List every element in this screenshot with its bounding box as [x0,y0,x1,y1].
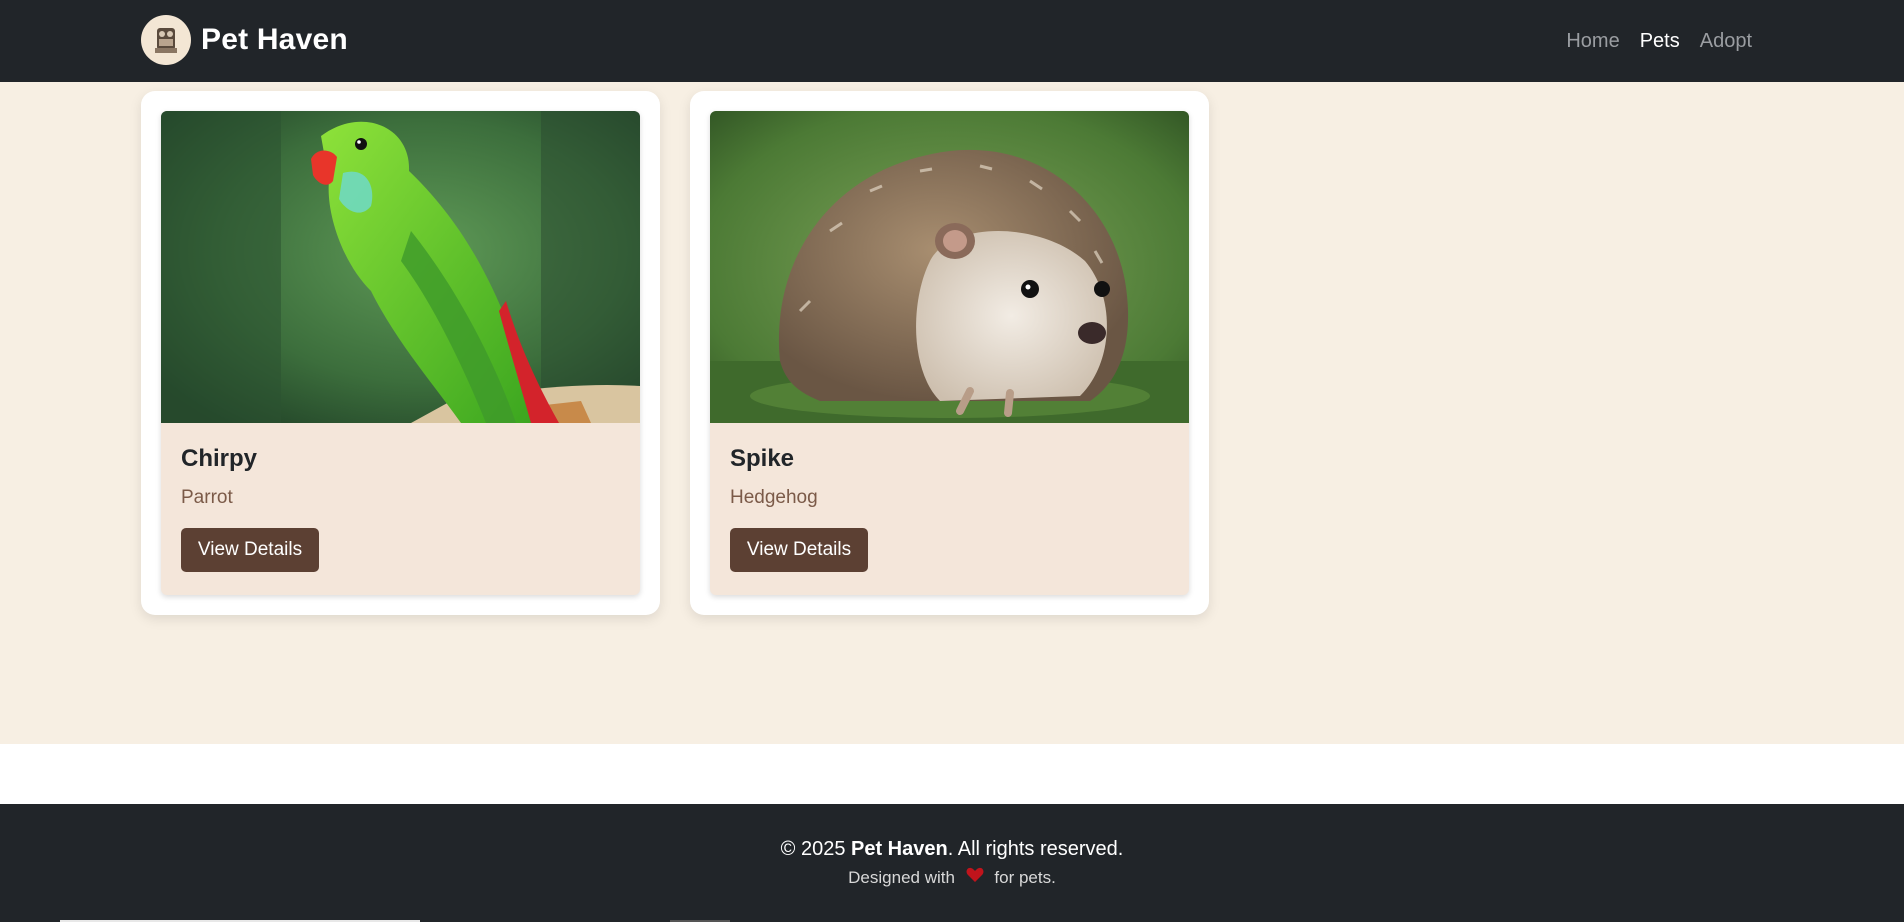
pet-name: Chirpy [181,445,258,472]
designed-suffix: for pets. [994,868,1056,887]
green-parrot-photo [161,111,640,423]
nav-link-home[interactable]: Home [1566,30,1619,53]
brand-name: Pet Haven [201,23,348,56]
view-details-button[interactable]: View Details [730,528,868,572]
footer-tagline: Designed with for pets. [0,867,1904,888]
nav-links: Home Pets Adopt [1566,0,1752,82]
copyright-suffix: . All rights reserved. [947,838,1124,860]
brand-link[interactable]: Pet Haven [141,15,348,65]
copyright-prefix: © 2025 [780,838,851,860]
pet-type: Hedgehog [730,487,818,508]
hedgehog-photo [710,111,1189,423]
nav-link-pets[interactable]: Pets [1640,30,1680,53]
pet-type: Parrot [181,487,233,508]
view-details-button[interactable]: View Details [181,528,319,572]
footer: © 2025 Pet Haven. All rights reserved. D… [0,804,1904,922]
footer-brand: Pet Haven [851,838,948,860]
pet-card-inner: Spike Hedgehog View Details [710,111,1189,595]
pet-logo-icon [141,15,191,65]
pets-section: Chirpy Parrot View Details Spike Hedgeho… [0,82,1904,744]
navbar: Pet Haven Home Pets Adopt [0,0,1904,82]
pet-name: Spike [730,445,795,472]
pet-card-body: Spike Hedgehog View Details [710,423,1189,595]
pet-card-chirpy: Chirpy Parrot View Details [141,91,660,615]
footer-copyright: © 2025 Pet Haven. All rights reserved. [0,838,1904,861]
pet-card-body: Chirpy Parrot View Details [161,423,640,595]
designed-prefix: Designed with [848,868,955,887]
pet-card-spike: Spike Hedgehog View Details [690,91,1209,615]
nav-link-adopt[interactable]: Adopt [1700,30,1752,53]
heart-icon [966,867,984,888]
pet-card-inner: Chirpy Parrot View Details [161,111,640,595]
